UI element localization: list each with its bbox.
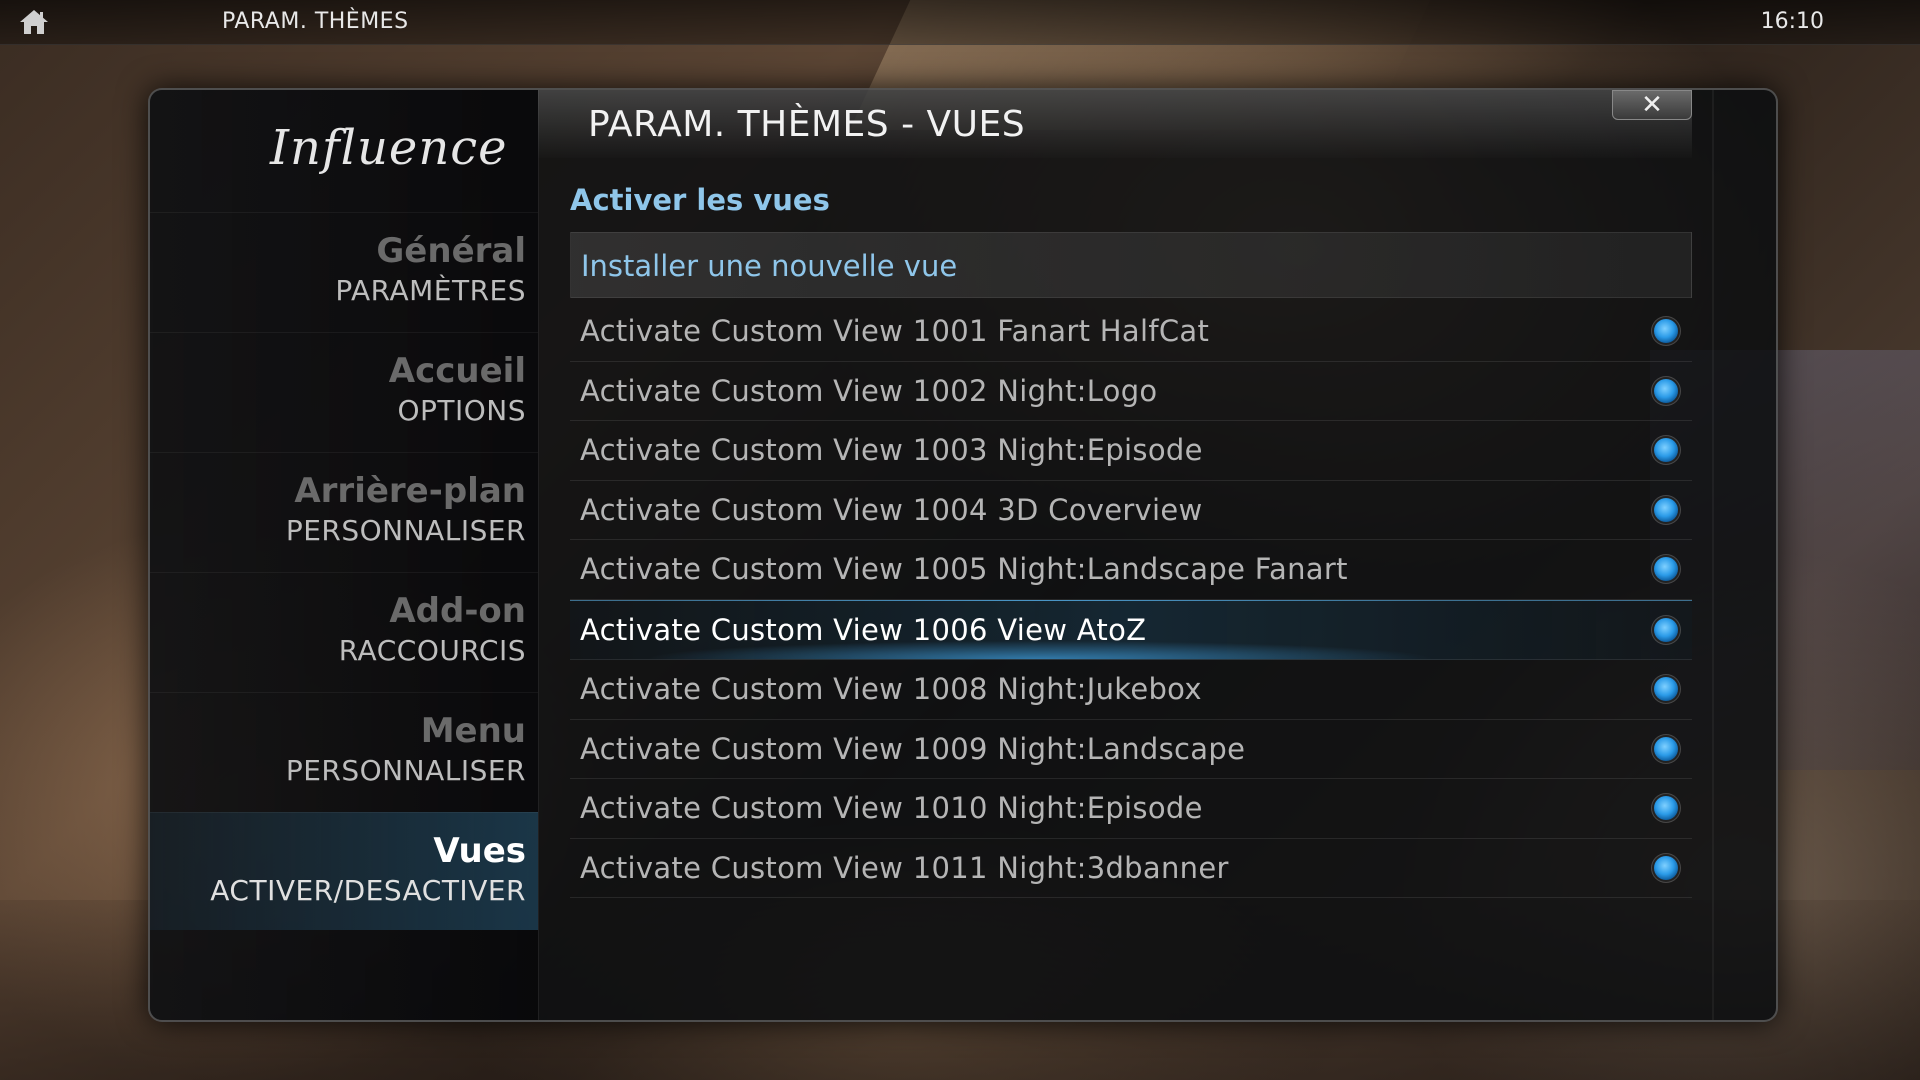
window-title: PARAM. THÈMES <box>222 9 409 34</box>
view-toggle-row[interactable]: Activate Custom View 1011 Night:3dbanner <box>570 839 1692 898</box>
sidebar-item-sublabel: PERSONNALISER <box>285 754 526 787</box>
radio-on-icon[interactable] <box>1654 319 1678 343</box>
top-bar: PARAM. THÈMES 16:10 <box>0 0 1920 45</box>
radio-on-icon[interactable] <box>1654 736 1678 761</box>
sidebar-item-sublabel: PERSONNALISER <box>285 514 526 547</box>
sidebar-item-label: Add-on <box>389 591 526 631</box>
view-toggle-label: Activate Custom View 1006 View AtoZ <box>580 612 1147 647</box>
view-toggle-row[interactable]: Activate Custom View 1009 Night:Landscap… <box>570 720 1692 779</box>
skin-logo: Influence <box>270 120 508 176</box>
install-view-label: Installer une nouvelle vue <box>581 249 958 283</box>
view-toggle-label: Activate Custom View 1011 Night:3dbanner <box>580 850 1229 885</box>
sidebar-item-label: Menu <box>420 711 526 751</box>
view-toggle-row-selected[interactable]: Activate Custom View 1006 View AtoZ <box>570 599 1692 660</box>
view-toggle-label: Activate Custom View 1005 Night:Landscap… <box>580 552 1348 586</box>
radio-on-icon[interactable] <box>1654 796 1678 820</box>
close-button[interactable]: ✕ <box>1612 90 1692 120</box>
radio-on-icon[interactable] <box>1654 557 1678 581</box>
home-icon[interactable] <box>18 8 50 36</box>
radio-on-icon[interactable] <box>1654 855 1678 880</box>
sidebar-item-background[interactable]: Arrière-plan PERSONNALISER <box>150 452 538 570</box>
dialog-header: PARAM. THÈMES - VUES <box>538 90 1692 158</box>
sidebar-item-sublabel: RACCOURCIS <box>338 634 526 667</box>
view-toggle-label: Activate Custom View 1008 Night:Jukebox <box>580 672 1202 706</box>
sidebar-item-addon[interactable]: Add-on RACCOURCIS <box>150 572 538 690</box>
radio-on-icon[interactable] <box>1654 617 1678 642</box>
clock: 16:10 <box>1760 9 1824 34</box>
view-toggle-row[interactable]: Activate Custom View 1004 3D Coverview <box>570 481 1692 540</box>
view-toggle-row[interactable]: Activate Custom View 1003 Night:Episode <box>570 421 1692 481</box>
sidebar-item-views[interactable]: Vues ACTIVER/DESACTIVER <box>150 812 538 930</box>
radio-on-icon[interactable] <box>1654 378 1678 403</box>
sidebar-item-label: Arrière-plan <box>294 471 526 511</box>
view-toggle-row[interactable]: Activate Custom View 1005 Night:Landscap… <box>570 540 1692 600</box>
view-toggle-row[interactable]: Activate Custom View 1002 Night:Logo <box>570 362 1692 421</box>
view-toggle-label: Activate Custom View 1003 Night:Episode <box>580 433 1203 467</box>
sidebar-item-label: Accueil <box>388 351 526 391</box>
views-list: Activate Custom View 1001 Fanart HalfCat… <box>570 302 1692 898</box>
radio-on-icon[interactable] <box>1654 677 1678 701</box>
view-toggle-label: Activate Custom View 1010 Night:Episode <box>580 791 1203 825</box>
settings-dialog: Influence Général PARAMÈTRES Accueil OPT… <box>148 88 1778 1022</box>
view-toggle-row[interactable]: Activate Custom View 1010 Night:Episode <box>570 779 1692 839</box>
sidebar-item-sublabel: PARAMÈTRES <box>335 274 526 307</box>
install-view-button[interactable]: Installer une nouvelle vue <box>570 232 1692 298</box>
sidebar-item-general[interactable]: Général PARAMÈTRES <box>150 212 538 330</box>
sidebar-item-sublabel: OPTIONS <box>397 394 526 427</box>
sidebar-item-label: Vues <box>433 831 526 871</box>
sidebar: Influence Général PARAMÈTRES Accueil OPT… <box>150 90 539 1020</box>
radio-on-icon[interactable] <box>1654 497 1678 522</box>
close-icon: ✕ <box>1641 90 1663 120</box>
sidebar-item-sublabel: ACTIVER/DESACTIVER <box>210 874 526 907</box>
sidebar-item-home[interactable]: Accueil OPTIONS <box>150 332 538 450</box>
view-toggle-row[interactable]: Activate Custom View 1008 Night:Jukebox <box>570 660 1692 720</box>
dialog-title: PARAM. THÈMES - VUES <box>588 104 1026 145</box>
view-toggle-row[interactable]: Activate Custom View 1001 Fanart HalfCat <box>570 302 1692 362</box>
view-toggle-label: Activate Custom View 1001 Fanart HalfCat <box>580 314 1210 348</box>
view-toggle-label: Activate Custom View 1004 3D Coverview <box>580 492 1203 527</box>
sidebar-item-label: Général <box>376 231 526 271</box>
radio-on-icon[interactable] <box>1654 438 1678 462</box>
view-toggle-label: Activate Custom View 1002 Night:Logo <box>580 373 1158 408</box>
sidebar-item-menu[interactable]: Menu PERSONNALISER <box>150 692 538 810</box>
view-toggle-label: Activate Custom View 1009 Night:Landscap… <box>580 731 1246 766</box>
scrollbar-track[interactable] <box>1712 90 1714 1020</box>
section-title: Activer les vues <box>570 183 830 217</box>
